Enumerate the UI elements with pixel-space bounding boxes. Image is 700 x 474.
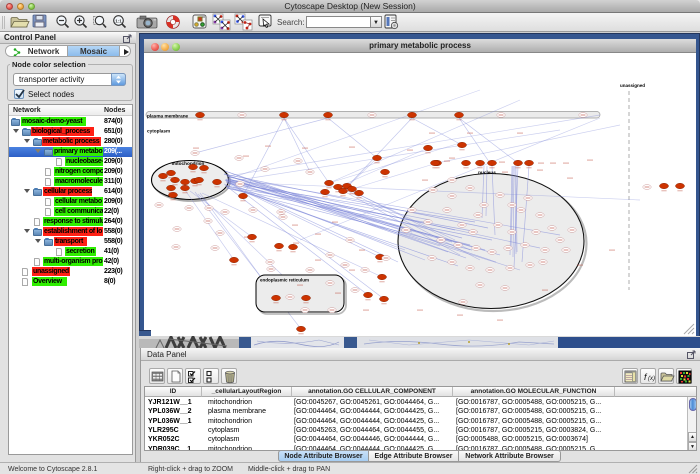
svg-text:(x): (x) (648, 376, 655, 382)
svg-text:cytoplasm: cytoplasm (147, 129, 170, 134)
svg-text:1:1: 1:1 (115, 19, 122, 24)
svg-text:unassigned: unassigned (620, 83, 645, 88)
svg-text:nucleus: nucleus (478, 170, 496, 175)
svg-text:mitochondrion: mitochondrion (172, 161, 205, 166)
svg-text:plasma membrane: plasma membrane (147, 114, 189, 119)
svg-text:endoplasmic reticulum: endoplasmic reticulum (260, 278, 309, 283)
